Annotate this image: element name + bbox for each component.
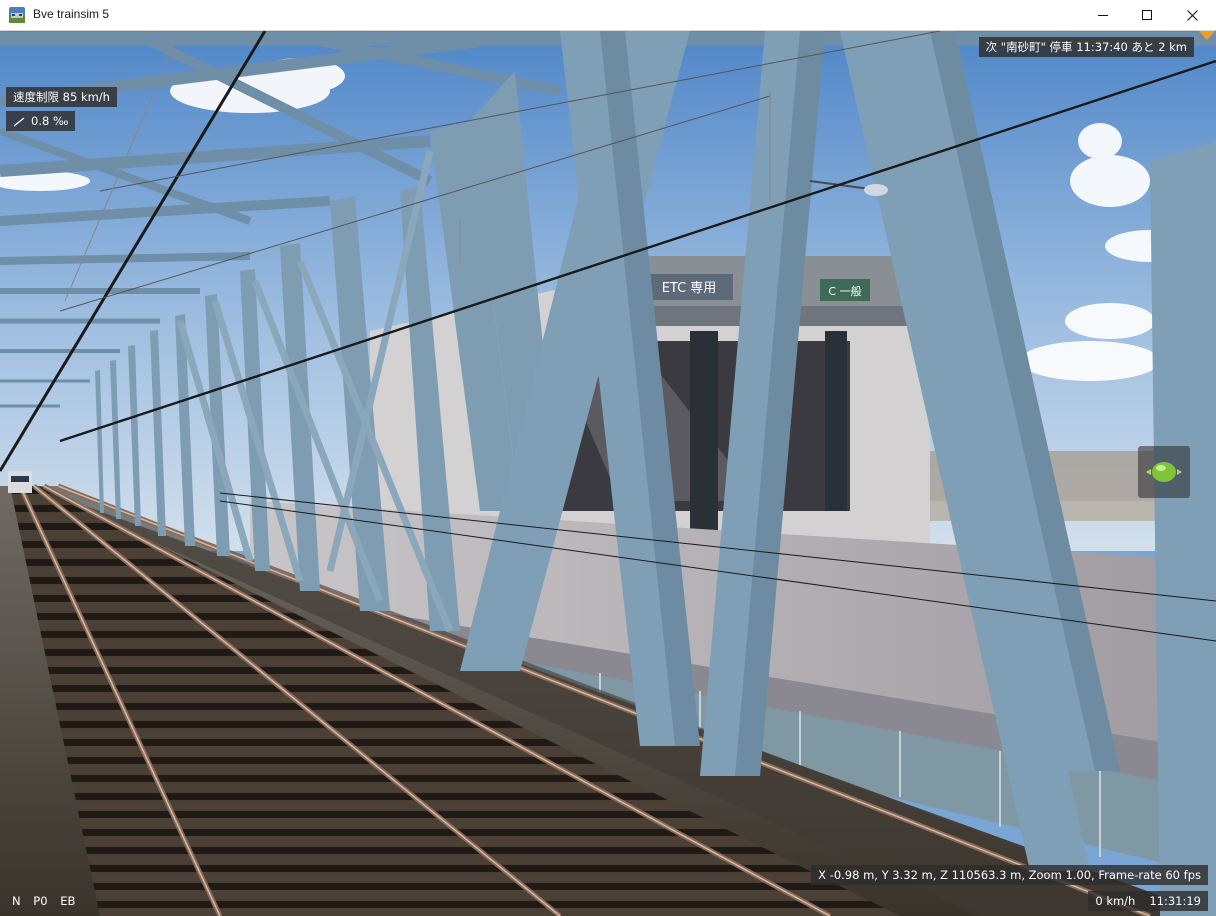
power-notch: P0 [33, 894, 48, 908]
etc-signboard: ETC 専用 [662, 281, 717, 296]
camera-coordinates-display: X -0.98 m, Y 3.32 m, Z 110563.3 m, Zoom … [811, 865, 1208, 885]
window-title: Bve trainsim 5 [33, 7, 110, 21]
uphill-gradient-icon [13, 116, 25, 127]
app-icon [9, 7, 25, 23]
general-signboard: C 一般 [828, 285, 861, 298]
ats-indicator [1138, 446, 1190, 498]
3d-scene: ETC 専用 C 一般 [0, 31, 1216, 916]
side-panel-edge[interactable] [1199, 31, 1216, 916]
maximize-button[interactable] [1124, 0, 1170, 30]
brake-notch: EB [60, 894, 76, 908]
minimize-icon [1098, 15, 1108, 16]
speed-clock-display: 0 km/h 11:31:19 [1088, 891, 1208, 911]
speed-value: 0 km/h [1095, 894, 1136, 908]
close-icon [1186, 9, 1198, 21]
app-window: Bve trainsim 5 ETC 専用 C 一般 速度制限 85 km/h … [0, 0, 1216, 916]
green-lamp-icon [1146, 462, 1182, 482]
gradient-display: 0.8 ‰ [6, 111, 76, 131]
maximize-icon [1142, 10, 1152, 20]
close-button[interactable] [1169, 0, 1215, 30]
title-bar[interactable]: Bve trainsim 5 [0, 0, 1216, 31]
notch-display: N P0 EB [6, 891, 90, 911]
reverser-notch: N [12, 894, 21, 908]
minimize-button[interactable] [1080, 0, 1126, 30]
next-station-display: 次 "南砂町" 停車 11:37:40 あと 2 km [978, 37, 1194, 57]
clock-value: 11:31:19 [1149, 894, 1201, 908]
simulator-viewport[interactable]: ETC 専用 C 一般 速度制限 85 km/h 0.8 ‰ 次 "南砂町" 停… [0, 31, 1216, 916]
panel-marker-icon[interactable] [1199, 31, 1215, 40]
speed-limit-display: 速度制限 85 km/h [6, 87, 117, 107]
gradient-value: 0.8 ‰ [31, 114, 69, 128]
